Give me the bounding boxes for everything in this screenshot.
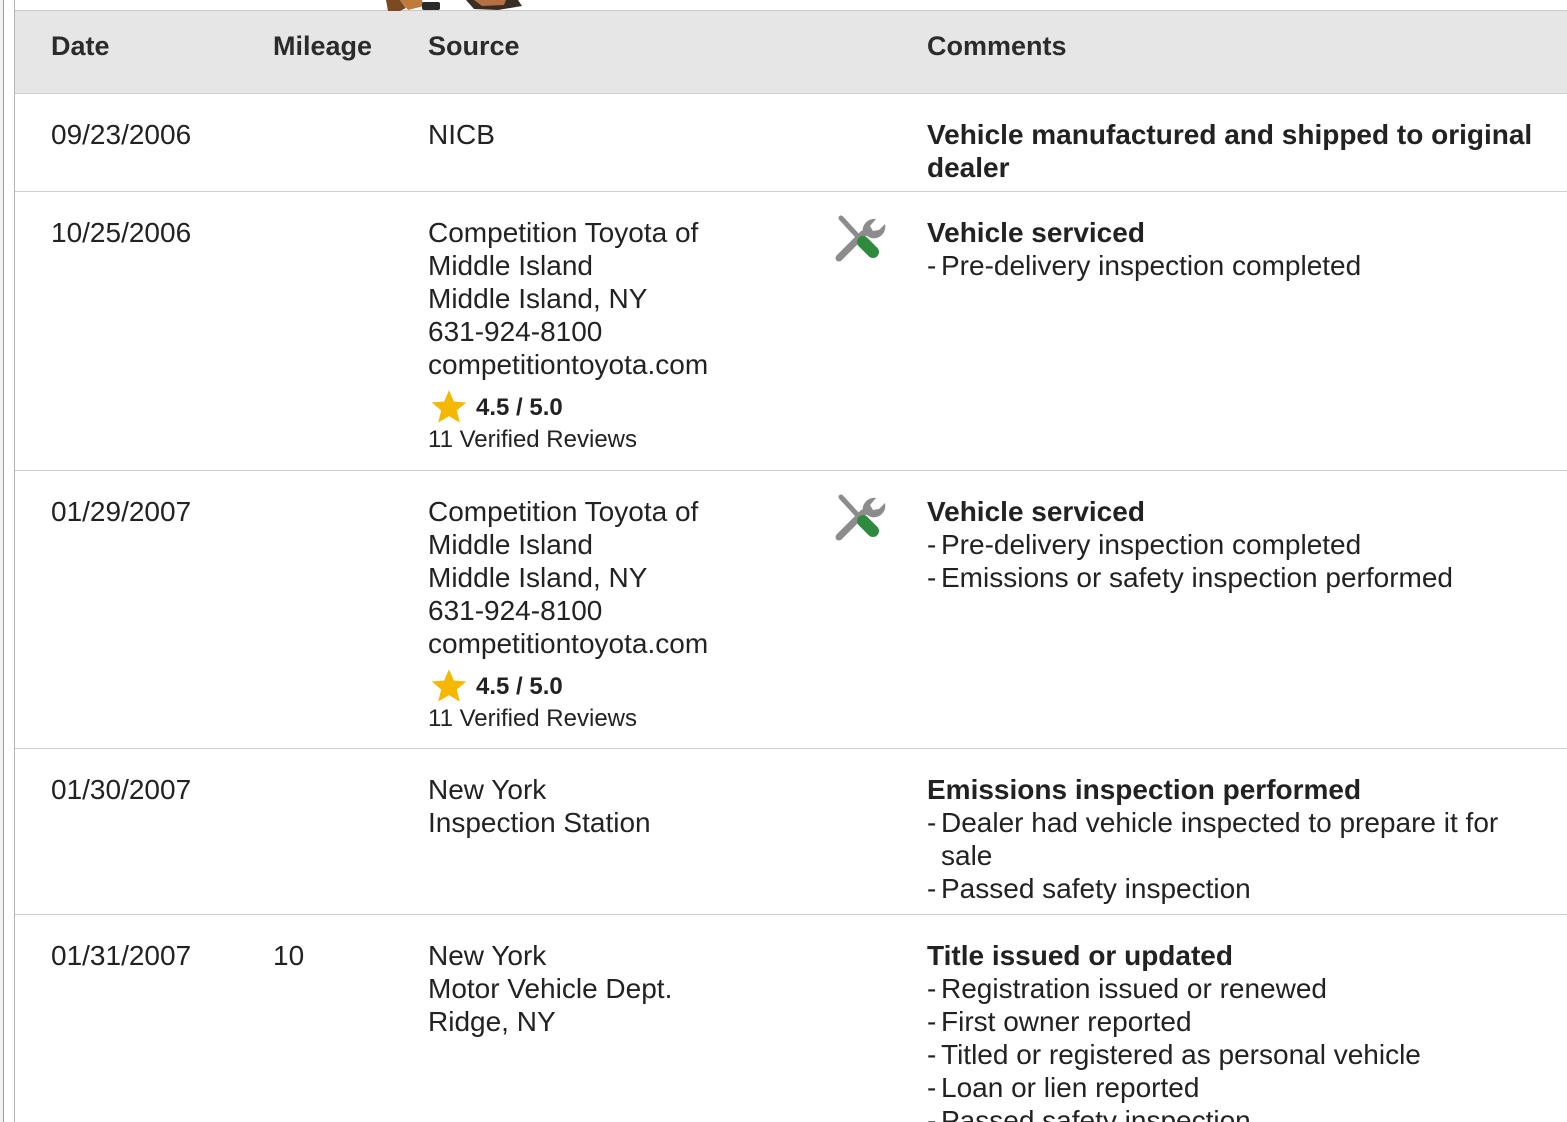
row-date: 10/25/2006: [51, 217, 192, 248]
comment-detail: Passed safety inspection: [927, 1104, 1557, 1122]
row-date: 09/23/2006: [51, 119, 192, 150]
source-line: Inspection Station: [428, 807, 651, 838]
top-strip: [15, 0, 1567, 11]
source-line: Middle Island, NY: [428, 283, 648, 314]
comment-detail: Titled or registered as personal vehicle: [927, 1038, 1557, 1071]
header-comments[interactable]: Comments: [927, 31, 1067, 62]
row-comments: Emissions inspection performedDealer had…: [927, 773, 1557, 905]
rating-value: 4.5 / 5.0: [476, 672, 563, 700]
row-date: 01/29/2007: [51, 496, 192, 527]
comment-detail: Pre-delivery inspection completed: [927, 528, 1557, 561]
service-tools-icon: [833, 210, 893, 270]
row-comments: Vehicle servicedPre-delivery inspection …: [927, 495, 1557, 594]
table-row: 01/29/2007 Competition Toyota of Middle Is…: [15, 471, 1567, 749]
source-line: Motor Vehicle Dept.: [428, 973, 673, 1004]
source-line: New York: [428, 940, 547, 971]
comment-detail: First owner reported: [927, 1005, 1557, 1038]
source-line: NICB: [428, 119, 495, 150]
source-line: Middle Island: [428, 250, 593, 281]
comment-detail: Emissions or safety inspection performed: [927, 561, 1557, 594]
row-source: New York Motor Vehicle Dept. Ridge, NY: [428, 939, 828, 1038]
dealer-rating[interactable]: 4.5 / 5.0: [428, 389, 828, 425]
row-mileage: 10: [273, 940, 305, 971]
source-line: 631-924-8100: [428, 316, 603, 347]
source-website-link[interactable]: competitiontoyota.com: [428, 627, 828, 660]
wrench-screwdriver-icon: [835, 215, 886, 262]
table-body: 09/23/2006 NICB Vehicle manufactured and s…: [15, 94, 1567, 1122]
header-date[interactable]: Date: [51, 31, 110, 62]
source-website-link[interactable]: competitiontoyota.com: [428, 348, 828, 381]
comment-detail: Passed safety inspection: [927, 872, 1557, 905]
comment-detail: Registration issued or renewed: [927, 972, 1557, 1005]
table-row: 01/31/2007 10 New York Motor Vehicle Dept. R…: [15, 915, 1567, 1122]
left-border: [0, 0, 4, 1122]
row-source: Competition Toyota of Middle Island Middle…: [428, 495, 828, 734]
dealer-rating[interactable]: 4.5 / 5.0: [428, 668, 828, 704]
comment-title: Vehicle serviced: [927, 217, 1145, 248]
header-mileage[interactable]: Mileage: [273, 31, 372, 62]
verified-reviews-link[interactable]: 11 Verified Reviews: [428, 704, 828, 734]
source-line: Middle Island: [428, 529, 593, 560]
table-row: 10/25/2006 Competition Toyota of Middle Is…: [15, 192, 1567, 471]
table-header: Date Mileage Source Comments: [15, 11, 1567, 94]
source-line: Middle Island, NY: [428, 562, 648, 593]
source-line: Ridge, NY: [428, 1006, 556, 1037]
comment-detail: Dealer had vehicle inspected to prepare …: [927, 806, 1557, 872]
row-comments: Vehicle manufactured and shipped to orig…: [927, 118, 1557, 184]
service-tools-icon: [833, 489, 893, 549]
row-source: New York Inspection Station: [428, 773, 828, 839]
source-line: 631-924-8100: [428, 595, 603, 626]
history-table: Date Mileage Source Comments 09/23/2006 N…: [15, 11, 1567, 1122]
comment-detail: Pre-delivery inspection completed: [927, 249, 1557, 282]
comment-title: Vehicle serviced: [927, 496, 1145, 527]
row-date: 01/30/2007: [51, 774, 192, 805]
row-date: 01/31/2007: [51, 940, 192, 971]
vehicle-history-panel: Date Mileage Source Comments 09/23/2006 N…: [0, 0, 1567, 1122]
source-line: Competition Toyota of: [428, 217, 699, 248]
table-row: 01/30/2007 New York Inspection Station Emis…: [15, 749, 1567, 915]
star-icon: [431, 669, 467, 702]
star-icon: [431, 390, 467, 423]
verified-reviews-link[interactable]: 11 Verified Reviews: [428, 425, 828, 455]
header-source[interactable]: Source: [428, 31, 520, 62]
table-row: 09/23/2006 NICB Vehicle manufactured and s…: [15, 94, 1567, 192]
rating-value: 4.5 / 5.0: [476, 393, 563, 421]
source-line: Competition Toyota of: [428, 496, 699, 527]
row-comments: Title issued or updatedRegistration issu…: [927, 939, 1557, 1122]
wrench-screwdriver-icon: [835, 494, 886, 541]
comment-title: Emissions inspection performed: [927, 774, 1362, 805]
row-source: NICB: [428, 118, 828, 151]
row-source: Competition Toyota of Middle Island Middle…: [428, 216, 828, 455]
comment-title: Vehicle manufactured and shipped to orig…: [927, 119, 1533, 183]
comment-title: Title issued or updated: [927, 940, 1233, 971]
source-line: New York: [428, 774, 547, 805]
comment-detail: Loan or lien reported: [927, 1071, 1557, 1104]
row-comments: Vehicle servicedPre-delivery inspection …: [927, 216, 1557, 282]
